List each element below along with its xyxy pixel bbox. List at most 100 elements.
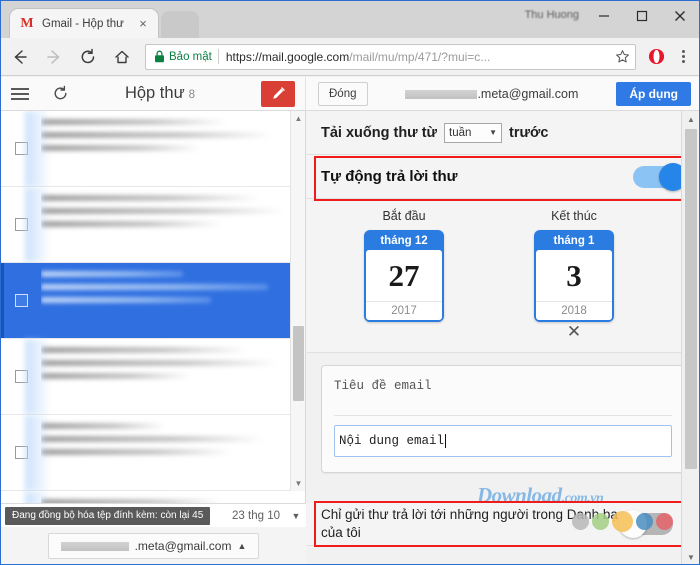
row-content — [41, 111, 305, 186]
start-date-day: 27 — [388, 257, 420, 293]
opera-extension-icon[interactable] — [642, 42, 670, 72]
row-content — [41, 339, 305, 414]
browser-menu-icon[interactable] — [670, 42, 696, 72]
row-checkbox-cell — [1, 415, 41, 490]
status-dropdown-icon[interactable]: ▼ — [286, 511, 306, 521]
end-date-body: 3 2018 — [536, 250, 612, 320]
profile-name-label[interactable]: Thu Huong — [525, 9, 579, 21]
download-prefix-label: Tải xuống thư từ — [321, 124, 438, 141]
scroll-down-icon[interactable]: ▼ — [291, 476, 306, 491]
account-email-suffix: .meta@gmail.com — [477, 86, 579, 101]
url-domain: https://mail.google.com — [225, 49, 350, 64]
new-tab-button[interactable] — [161, 11, 199, 38]
list-item-selected[interactable] — [1, 263, 305, 339]
email-subject-input[interactable]: Tiêu đề email — [334, 376, 672, 416]
window-controls — [585, 1, 699, 31]
bookmark-star-icon[interactable] — [609, 49, 635, 64]
row-checkbox-cell — [1, 339, 41, 414]
account-email-label: .meta@gmail.com — [368, 87, 617, 101]
row-checkbox-cell — [1, 187, 41, 262]
close-settings-button[interactable]: Đóng — [318, 81, 368, 106]
apply-button[interactable]: Áp dụng — [616, 81, 691, 106]
row-content — [41, 187, 305, 262]
contacts-only-toggle[interactable] — [619, 510, 673, 538]
download-period-select[interactable]: tuần ▼ — [444, 122, 503, 143]
account-switcher-button[interactable]: .meta@gmail.com ▲ — [47, 533, 260, 559]
url-text: https://mail.google.com/mail/mu/mp/471/?… — [226, 50, 490, 64]
email-list[interactable] — [1, 111, 306, 564]
email-body-input[interactable]: Nội dung email — [334, 425, 672, 457]
row-checkbox-cell — [1, 263, 41, 338]
page-title: Hộp thư 8 — [59, 84, 261, 103]
title-bar: M Gmail - Hộp thư × Thu Huong — [1, 1, 699, 38]
end-date-card[interactable]: tháng 1 3 2018 — [534, 230, 614, 322]
list-item[interactable] — [1, 339, 305, 415]
url-path: /mail/mu/mp/471/?mui=c... — [349, 49, 491, 64]
start-date-month: tháng 12 — [380, 235, 428, 247]
browser-tab[interactable]: M Gmail - Hộp thư × — [9, 8, 159, 38]
tab-close-icon[interactable]: × — [134, 15, 152, 33]
list-item[interactable] — [1, 415, 305, 491]
close-button[interactable] — [661, 1, 699, 31]
settings-toolbar-right: Đóng .meta@gmail.com Áp dụng — [306, 77, 699, 111]
back-icon[interactable] — [5, 42, 35, 72]
maximize-button[interactable] — [623, 1, 661, 31]
clear-end-date-icon[interactable]: ✕ — [499, 323, 649, 340]
email-body-value: Nội dung email — [339, 434, 445, 448]
url-input[interactable]: Bảo mật https://mail.google.com/mail/mu/… — [145, 43, 636, 70]
contacts-only-label: Chỉ gửi thư trả lời tới những người tron… — [321, 507, 618, 540]
chevron-down-icon: ▼ — [489, 128, 498, 137]
row-checkbox[interactable] — [14, 370, 28, 383]
status-date-label: 23 thg 10 — [232, 509, 280, 522]
start-date-year: 2017 — [366, 301, 442, 320]
list-item[interactable] — [1, 187, 305, 263]
tab-title: Gmail - Hộp thư — [42, 17, 124, 30]
address-bar: Bảo mật https://mail.google.com/mail/mu/… — [1, 38, 699, 76]
sync-status-text: Đang đồng bộ hóa tệp đính kèm: còn lại 4… — [5, 506, 211, 525]
settings-panel: Tải xuống thư từ tuần ▼ trước Tự động tr… — [307, 111, 699, 564]
row-checkbox-cell — [1, 111, 41, 186]
row-checkbox[interactable] — [14, 142, 28, 155]
start-date-caption: Bắt đầu — [382, 209, 426, 223]
end-date-day: 3 — [566, 257, 582, 293]
lock-icon — [154, 50, 165, 63]
email-list-scrollbar[interactable]: ▲ ▼ — [290, 111, 305, 491]
start-date-card[interactable]: tháng 12 27 2017 — [364, 230, 444, 322]
autoreply-label: Tự động trả lời thư — [321, 168, 458, 185]
mail-toolbar-left: Hộp thư 8 — [1, 76, 306, 111]
scrollbar-thumb[interactable] — [293, 326, 304, 401]
compose-button[interactable] — [261, 80, 295, 107]
browser-window: M Gmail - Hộp thư × Thu Huong Bảo mật ht… — [0, 0, 700, 565]
list-item[interactable] — [1, 111, 305, 187]
panel-scroll-up-icon[interactable]: ▲ — [682, 111, 699, 128]
autoreply-message-row: Tiêu đề email Nội dung email — [307, 353, 699, 477]
text-cursor — [445, 434, 447, 448]
download-period-row: Tải xuống thư từ tuần ▼ trước — [307, 111, 699, 155]
home-icon[interactable] — [107, 42, 137, 72]
panel-scroll-down-icon[interactable]: ▼ — [682, 549, 699, 564]
row-checkbox[interactable] — [14, 218, 28, 231]
autoreply-toggle[interactable] — [633, 162, 687, 191]
row-content — [41, 263, 305, 338]
reload-icon[interactable] — [73, 42, 103, 72]
autoreply-row: Tự động trả lời thư — [307, 155, 699, 199]
toggle-knob — [619, 510, 647, 538]
start-date-column: Bắt đầu tháng 12 27 2017 — [329, 209, 479, 322]
chevron-up-icon: ▲ — [237, 541, 247, 551]
secure-label: Bảo mật — [169, 50, 212, 63]
app-toolbar: Hộp thư 8 Đóng .meta@gmail.com Áp dụng — [1, 76, 699, 111]
contacts-only-row: Chỉ gửi thư trả lời tới những người tron… — [307, 503, 681, 545]
settings-panel-scrollbar[interactable]: ▲ ▼ — [681, 111, 699, 564]
minimize-button[interactable] — [585, 1, 623, 31]
panel-scrollbar-thumb[interactable] — [685, 129, 697, 469]
end-date-column: Kết thúc tháng 1 3 2018 — [499, 209, 649, 322]
download-period-value: tuần — [449, 126, 472, 139]
end-date-month: tháng 1 — [553, 235, 595, 247]
row-checkbox[interactable] — [14, 294, 28, 307]
row-checkbox[interactable] — [14, 446, 28, 459]
hamburger-icon[interactable] — [11, 87, 45, 100]
gmail-favicon-icon: M — [20, 15, 34, 31]
scroll-up-icon[interactable]: ▲ — [291, 111, 306, 126]
autoreply-message-card: Tiêu đề email Nội dung email — [321, 365, 685, 473]
end-date-caption: Kết thúc — [551, 209, 597, 223]
